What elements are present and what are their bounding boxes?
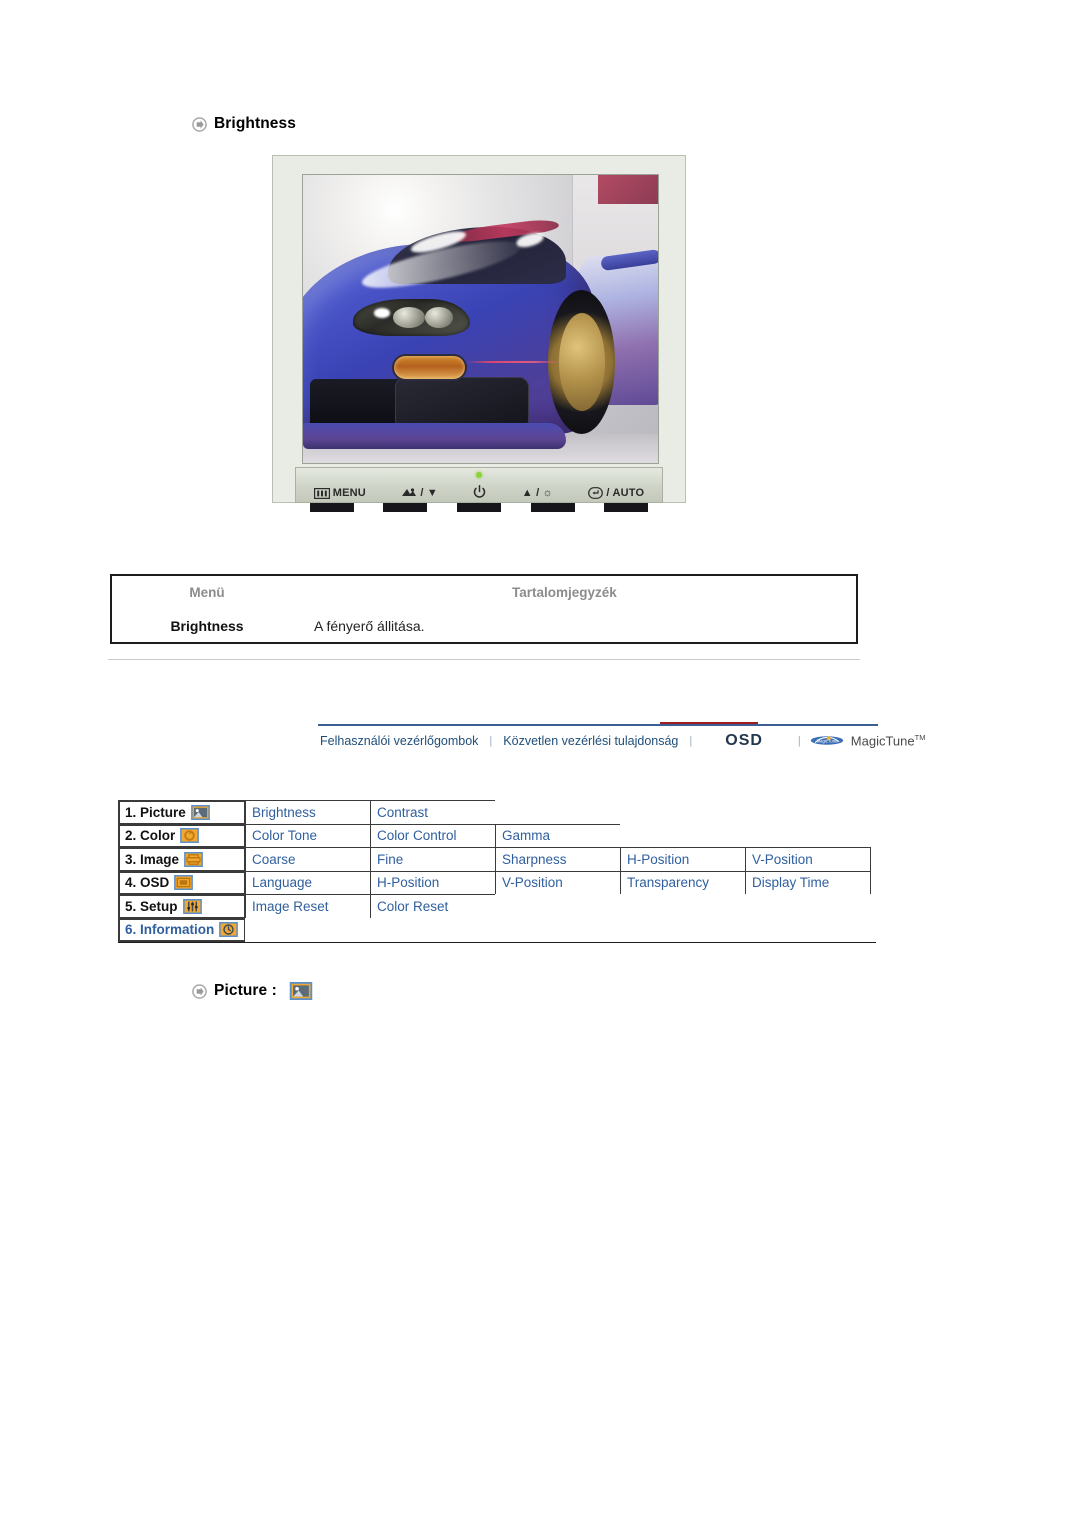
nav-separator: | bbox=[689, 735, 693, 747]
circle-arrow-bullet-icon bbox=[192, 983, 207, 999]
osd-row-label-text: 2. Color bbox=[125, 828, 176, 844]
monitor-buttons-row bbox=[295, 503, 663, 512]
nav-item-osd[interactable]: OSD bbox=[723, 732, 765, 750]
brightness-section-heading: Brightness bbox=[192, 115, 296, 133]
menu-button-label: MENU bbox=[332, 487, 366, 499]
circle-arrow-bullet-icon bbox=[192, 116, 207, 132]
osd-item[interactable]: V-Position bbox=[745, 847, 871, 872]
menu-button[interactable]: MENU bbox=[313, 487, 366, 499]
header-contents: Tartalomjegyzék bbox=[512, 585, 617, 600]
osd-empty-cell bbox=[495, 894, 877, 919]
osd-row-label-text: 4. OSD bbox=[125, 875, 170, 891]
nav-separator: | bbox=[489, 735, 493, 747]
brightness-up-button[interactable]: ▲ / ☼ bbox=[522, 487, 553, 499]
osd-item[interactable]: Fine bbox=[370, 847, 496, 872]
brightness-up-label: ▲ / ☼ bbox=[521, 487, 553, 499]
osd-item[interactable]: Brightness bbox=[245, 800, 371, 825]
image-icon bbox=[184, 851, 203, 867]
picture-section-heading: Picture : bbox=[192, 982, 313, 1000]
section-divider bbox=[108, 659, 860, 660]
enter-auto-button[interactable]: / AUTO bbox=[588, 487, 644, 499]
osd-empty-cell bbox=[495, 800, 877, 825]
table-row: 3. Image Coarse Fine Sharpness H-Positio… bbox=[118, 847, 876, 872]
osd-empty-cell bbox=[620, 823, 877, 848]
enter-icon bbox=[588, 487, 604, 499]
osd-item[interactable]: Language bbox=[245, 870, 371, 895]
picture-heading-label: Picture : bbox=[214, 982, 277, 999]
screen-photo-car bbox=[303, 175, 658, 463]
trademark-superscript: TM bbox=[914, 733, 926, 743]
power-led-indicator bbox=[476, 472, 482, 478]
enter-auto-label: / AUTO bbox=[606, 487, 645, 499]
section-title: Brightness bbox=[214, 115, 296, 132]
svg-text:MagicTune: MagicTune bbox=[816, 739, 838, 744]
breadcrumb-navbar: Felhasználói vezérlőgombok | Közvetlen v… bbox=[318, 724, 925, 756]
osd-row-label-picture[interactable]: 1. Picture bbox=[118, 800, 246, 825]
osd-menu-table: 1. Picture Brightness Contrast 2. Color … bbox=[118, 800, 877, 943]
magictune-logo-icon: MagicTune bbox=[810, 736, 843, 746]
osd-row-label-setup[interactable]: 5. Setup bbox=[118, 894, 246, 919]
monitor-screen bbox=[302, 174, 659, 464]
picture-icon bbox=[190, 804, 210, 820]
osd-item[interactable]: Contrast bbox=[370, 800, 496, 825]
menu-icon bbox=[313, 488, 330, 499]
row-description: A fényerő állitása. bbox=[314, 617, 425, 634]
header-menu: Menü bbox=[189, 585, 225, 600]
osd-row-label-color[interactable]: 2. Color bbox=[118, 823, 246, 848]
osd-row-label-text: 5. Setup bbox=[125, 898, 178, 914]
osd-item[interactable]: Transparency bbox=[620, 870, 746, 895]
osd-row-label-information[interactable]: 6. Information bbox=[118, 917, 246, 942]
osd-item[interactable]: Coarse bbox=[245, 847, 371, 872]
osd-item[interactable]: Color Control bbox=[370, 823, 496, 848]
table-row: Brightness A fényerő állitása. bbox=[112, 609, 856, 642]
osd-item[interactable]: Sharpness bbox=[495, 847, 621, 872]
osd-item[interactable]: H-Position bbox=[620, 847, 746, 872]
osd-empty-cell bbox=[245, 917, 877, 942]
menu-contents-table: Menü Tartalomjegyzék Brightness A fényer… bbox=[110, 574, 858, 644]
osd-item[interactable]: Color Tone bbox=[245, 823, 371, 848]
source-down-label: / ▼ bbox=[420, 487, 438, 499]
table-row: 4. OSD Language H-Position V-Position Tr… bbox=[118, 870, 876, 895]
physical-button[interactable] bbox=[309, 503, 354, 512]
nav-item-magictune[interactable]: MagicTune MagicTuneTM bbox=[810, 733, 928, 749]
row-menu-name: Brightness bbox=[170, 617, 244, 634]
picture-icon bbox=[289, 982, 313, 1000]
power-icon bbox=[474, 485, 486, 498]
osd-row-label-image[interactable]: 3. Image bbox=[118, 847, 246, 872]
table-row: 6. Information bbox=[118, 917, 877, 942]
color-icon bbox=[180, 828, 200, 844]
source-icon bbox=[402, 488, 417, 496]
information-icon bbox=[219, 922, 239, 938]
osd-icon bbox=[174, 875, 194, 891]
physical-button[interactable] bbox=[604, 503, 649, 512]
monitor-illustration: MENU / ▼ ▲ / ☼ / AUTO bbox=[272, 155, 686, 513]
setup-icon bbox=[182, 898, 202, 914]
table-header-row: Menü Tartalomjegyzék bbox=[112, 576, 856, 609]
table-row: 1. Picture Brightness Contrast bbox=[118, 800, 877, 825]
table-row: 2. Color Color Tone Color Control Gamma bbox=[118, 823, 877, 848]
osd-row-label-osd[interactable]: 4. OSD bbox=[118, 870, 246, 895]
nav-separator: | bbox=[797, 735, 801, 747]
osd-item[interactable]: Image Reset bbox=[245, 894, 371, 919]
table-row: 5. Setup Image Reset Color Reset bbox=[118, 894, 877, 919]
osd-item[interactable]: Color Reset bbox=[370, 894, 496, 919]
osd-row-label-text: 1. Picture bbox=[125, 804, 186, 820]
osd-row-label-text: 3. Image bbox=[125, 851, 180, 867]
osd-row-label-text: 6. Information bbox=[125, 922, 215, 938]
physical-button[interactable] bbox=[530, 503, 575, 512]
power-button[interactable] bbox=[473, 485, 486, 499]
nav-item-direct-control[interactable]: Közvetlen vezérlési tulajdonság bbox=[501, 734, 680, 748]
osd-item[interactable]: Display Time bbox=[745, 870, 871, 895]
source-down-button[interactable]: / ▼ bbox=[401, 487, 438, 499]
physical-button[interactable] bbox=[456, 503, 501, 512]
nav-item-user-controls[interactable]: Felhasználói vezérlőgombok bbox=[318, 734, 480, 748]
osd-item[interactable]: H-Position bbox=[370, 870, 496, 895]
osd-item[interactable]: V-Position bbox=[495, 870, 621, 895]
monitor-control-panel: MENU / ▼ ▲ / ☼ / AUTO bbox=[295, 467, 663, 503]
nav-item-magictune-label: MagicTuneTM bbox=[850, 733, 926, 749]
physical-button[interactable] bbox=[383, 503, 428, 512]
osd-item[interactable]: Gamma bbox=[495, 823, 621, 848]
